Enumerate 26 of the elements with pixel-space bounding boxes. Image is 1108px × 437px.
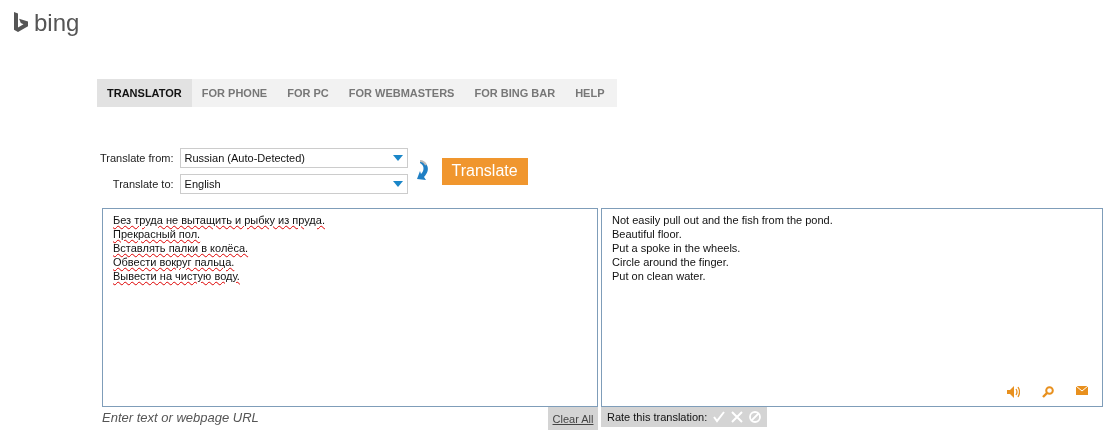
field-label: Translate to:	[111, 178, 174, 190]
block-icon[interactable]	[749, 411, 762, 423]
close-icon[interactable]	[731, 411, 744, 423]
nav-tab[interactable]: HELP	[565, 79, 615, 107]
nav-tab[interactable]: FOR BING BAR	[464, 79, 566, 107]
nav-tab[interactable]: FOR PHONE	[191, 79, 278, 107]
dropdown-caret-icon	[392, 155, 403, 161]
clear-all-link[interactable]: Clear All	[548, 407, 598, 430]
nav-tab[interactable]: FOR WEBMASTERS	[338, 79, 465, 107]
nav-tab[interactable]: FOR PC	[277, 79, 339, 107]
speaker-icon[interactable]	[1007, 386, 1020, 398]
language-dropdown[interactable]: English	[179, 174, 408, 194]
logo-icon	[14, 12, 28, 34]
search-icon[interactable]	[1042, 386, 1054, 398]
rating-label: Rate this translation:	[607, 411, 708, 423]
language-dropdown[interactable]: Russian (Auto-Detected)	[179, 148, 408, 168]
check-icon[interactable]	[713, 411, 726, 423]
field-label: Translate from:	[100, 152, 174, 164]
logo-text: bing	[34, 11, 80, 35]
nav-tab[interactable]: TRANSLATOR	[97, 79, 192, 107]
input-hint: Enter text or webpage URL	[102, 409, 260, 427]
dropdown-caret-icon	[392, 181, 403, 187]
translation-output: Not easily pull out and the fish from the pond. Beautiful floor. Put a spoke in the wheels. Circle around the finger. Put on clean water.	[601, 208, 1103, 407]
mail-icon[interactable]	[1076, 386, 1088, 395]
source-text-field[interactable]: Без труда не вытащить и рыбку из пруда. Прекрасный пол. Вставлять палки в колёса. Обвести вокруг пальца. Вывести на чистую воду.	[102, 208, 598, 407]
translate-button[interactable]: Translate	[441, 157, 528, 185]
